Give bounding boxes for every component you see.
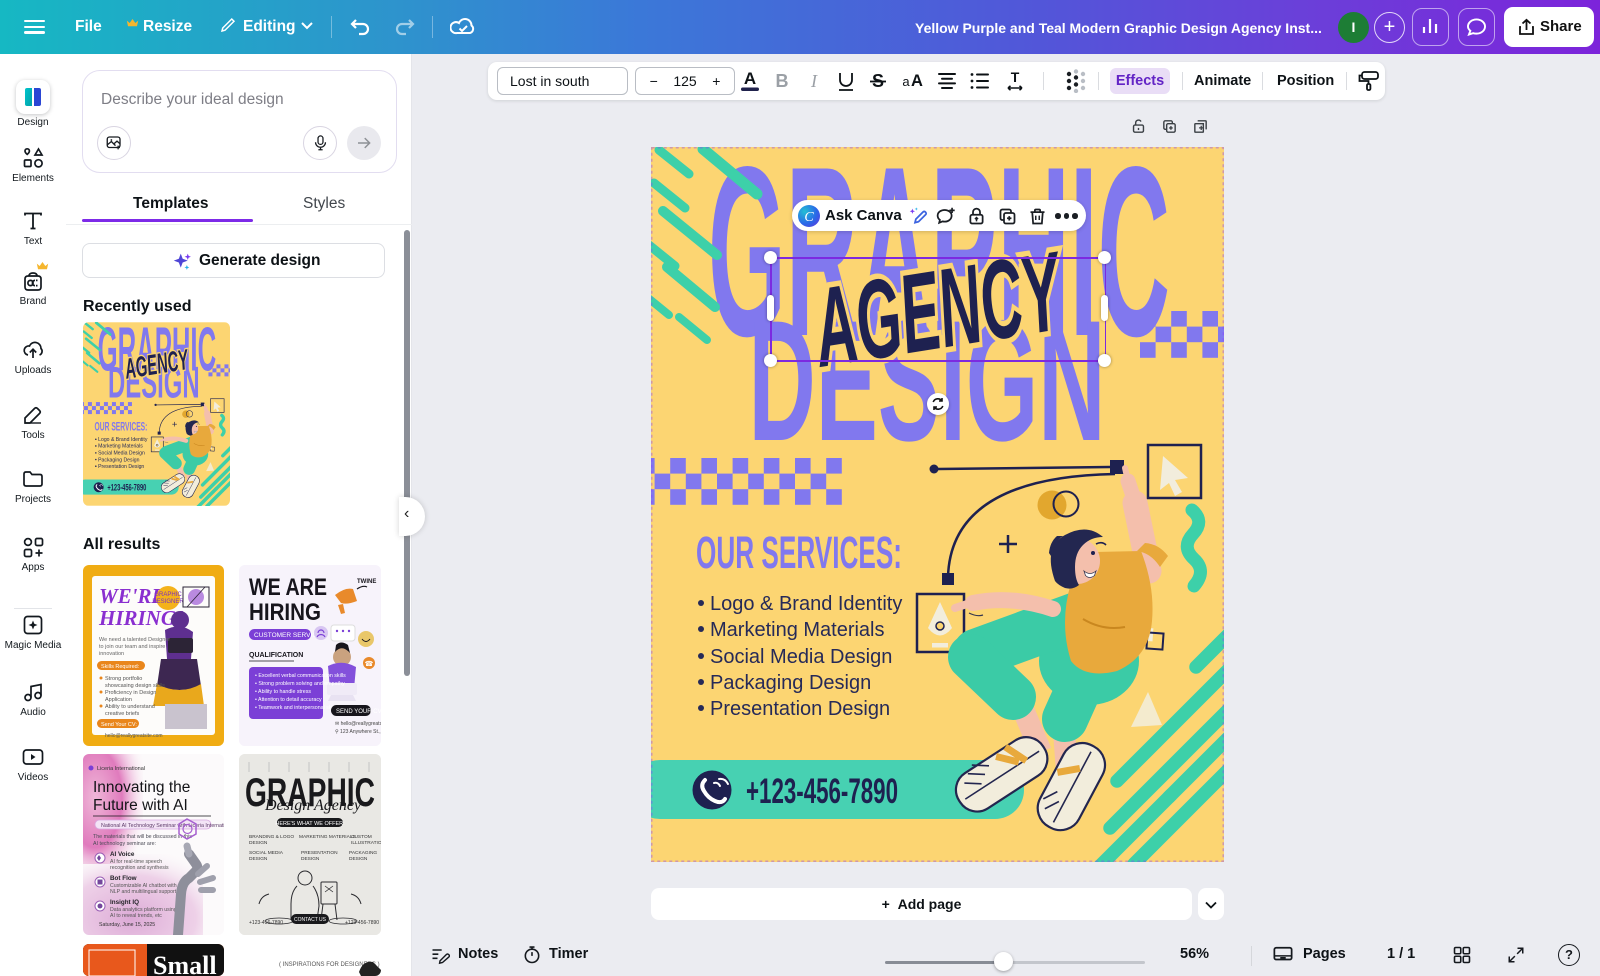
svg-text:SOCIAL MEDIA: SOCIAL MEDIA <box>249 850 284 856</box>
svg-text:B: B <box>776 71 789 91</box>
svg-text:Logo & Brand Identity: Logo & Brand Identity <box>710 593 902 615</box>
svg-text:Design Agency: Design Agency <box>264 797 362 814</box>
svg-text:• Strong problem solving and e: • Strong problem solving and empathy <box>255 681 345 687</box>
svg-text:Liceria International: Liceria International <box>97 766 145 772</box>
svg-text:TWINE: TWINE <box>357 579 376 585</box>
svg-text:+123-456-7890: +123-456-7890 <box>746 772 898 811</box>
svg-text:⚲ 123 Anywhere St., Any City: ⚲ 123 Anywhere St., Any City <box>335 729 381 735</box>
svg-text:• Excellent verbal communicati: • Excellent verbal communication skills <box>255 673 346 679</box>
svg-text:• Ability to handle stress: • Ability to handle stress <box>255 689 311 695</box>
svg-text:HIRING: HIRING <box>249 599 321 626</box>
svg-text:CONTACT US: CONTACT US <box>294 917 327 923</box>
svg-text:Saturday, June 15, 2025: Saturday, June 15, 2025 <box>99 922 155 928</box>
svg-text:SEND YOUR CV: SEND YOUR CV <box>336 709 381 715</box>
svg-text:Insight IQ: Insight IQ <box>110 899 139 906</box>
svg-text:C: C <box>804 210 814 225</box>
svg-text:HERE'S WHAT WE OFFER:: HERE'S WHAT WE OFFER: <box>275 821 345 827</box>
svg-text:DESIGN: DESIGN <box>249 840 268 846</box>
svg-text:recognition and synthesis: recognition and synthesis <box>110 865 169 871</box>
svg-text:A: A <box>911 72 923 90</box>
svg-text:NLP and multilingual support: NLP and multilingual support <box>110 889 177 895</box>
svg-text:QUALIFICATION: QUALIFICATION <box>249 652 303 659</box>
svg-text:AI Voice: AI Voice <box>110 851 135 858</box>
svg-text:We need a talented Designer: We need a talented Designer <box>99 637 170 643</box>
svg-text:Application: Application <box>105 697 132 703</box>
svg-text:GRAPHIC: GRAPHIC <box>154 592 182 598</box>
svg-text:DESIGNER: DESIGNER <box>152 599 184 605</box>
svg-text:WE ARE: WE ARE <box>249 574 327 601</box>
svg-text:BRANDING & LOGO: BRANDING & LOGO <box>249 834 294 840</box>
svg-text:hello@reallygreatsite.com: hello@reallygreatsite.com <box>105 733 163 739</box>
svg-text:ILLUSTRATION: ILLUSTRATION <box>351 840 381 846</box>
svg-text:Bot Flow: Bot Flow <box>110 875 137 882</box>
svg-text:+123-456-7890: +123-456-7890 <box>249 920 283 926</box>
svg-text:Marketing Materials: Marketing Materials <box>710 619 885 641</box>
svg-text:MARKETING MATERIALS: MARKETING MATERIALS <box>299 834 356 840</box>
svg-text:• Teamwork and interpersonal s: • Teamwork and interpersonal skills <box>255 705 338 711</box>
svg-text:Send Your CV:: Send Your CV: <box>101 722 137 728</box>
svg-text:PRESENTATION: PRESENTATION <box>301 850 338 856</box>
svg-text:Skills Required:: Skills Required: <box>101 664 140 670</box>
svg-text:☎: ☎ <box>365 660 374 668</box>
svg-text:OUR SERVICES:: OUR SERVICES: <box>696 527 902 578</box>
svg-text:a: a <box>902 74 910 89</box>
svg-text:The materials that will be dis: The materials that will be discussed in … <box>93 834 192 840</box>
svg-text:Innovating the: Innovating the <box>93 779 190 796</box>
svg-text:Presentation Design: Presentation Design <box>710 698 890 720</box>
svg-text:✉ hello@reallygreatsite.com: ✉ hello@reallygreatsite.com <box>335 721 381 727</box>
svg-text:T: T <box>1011 69 1020 85</box>
svg-text:CUSTOM: CUSTOM <box>351 834 372 840</box>
svg-text:A: A <box>744 69 756 88</box>
svg-text:Small: Small <box>153 951 217 976</box>
svg-text:I: I <box>810 71 818 91</box>
svg-text:DESIGN: DESIGN <box>349 856 368 862</box>
svg-text:DESIGN: DESIGN <box>249 856 268 862</box>
svg-text:Strong portfolio: Strong portfolio <box>105 676 142 682</box>
svg-text:Future with AI: Future with AI <box>93 797 188 814</box>
svg-text:Proficiency in Design: Proficiency in Design <box>105 690 156 696</box>
svg-text:creative briefs: creative briefs <box>105 711 139 717</box>
svg-text:innovation: innovation <box>99 651 124 657</box>
svg-text:DESIGN: DESIGN <box>301 856 320 862</box>
svg-text:• Attention to detail accuracy: • Attention to detail accuracy <box>255 697 322 703</box>
svg-text:+123-456-7890: +123-456-7890 <box>345 920 379 926</box>
svg-text:showcasing design skills: showcasing design skills <box>105 683 165 689</box>
svg-text:AI to reveal trends, etc: AI to reveal trends, etc <box>110 913 162 919</box>
svg-text:Ability to understand: Ability to understand <box>105 704 155 710</box>
svg-text:AI technology seminar are:: AI technology seminar are: <box>93 841 156 847</box>
svg-text:National AI Technology Seminar: National AI Technology Seminar with Lice… <box>101 823 224 829</box>
svg-text:PACKAGING: PACKAGING <box>349 850 377 856</box>
svg-text:Packaging Design: Packaging Design <box>710 672 871 694</box>
svg-text:Social Media Design: Social Media Design <box>710 646 892 668</box>
svg-text:to join our team and inspire: to join our team and inspire <box>99 644 165 650</box>
